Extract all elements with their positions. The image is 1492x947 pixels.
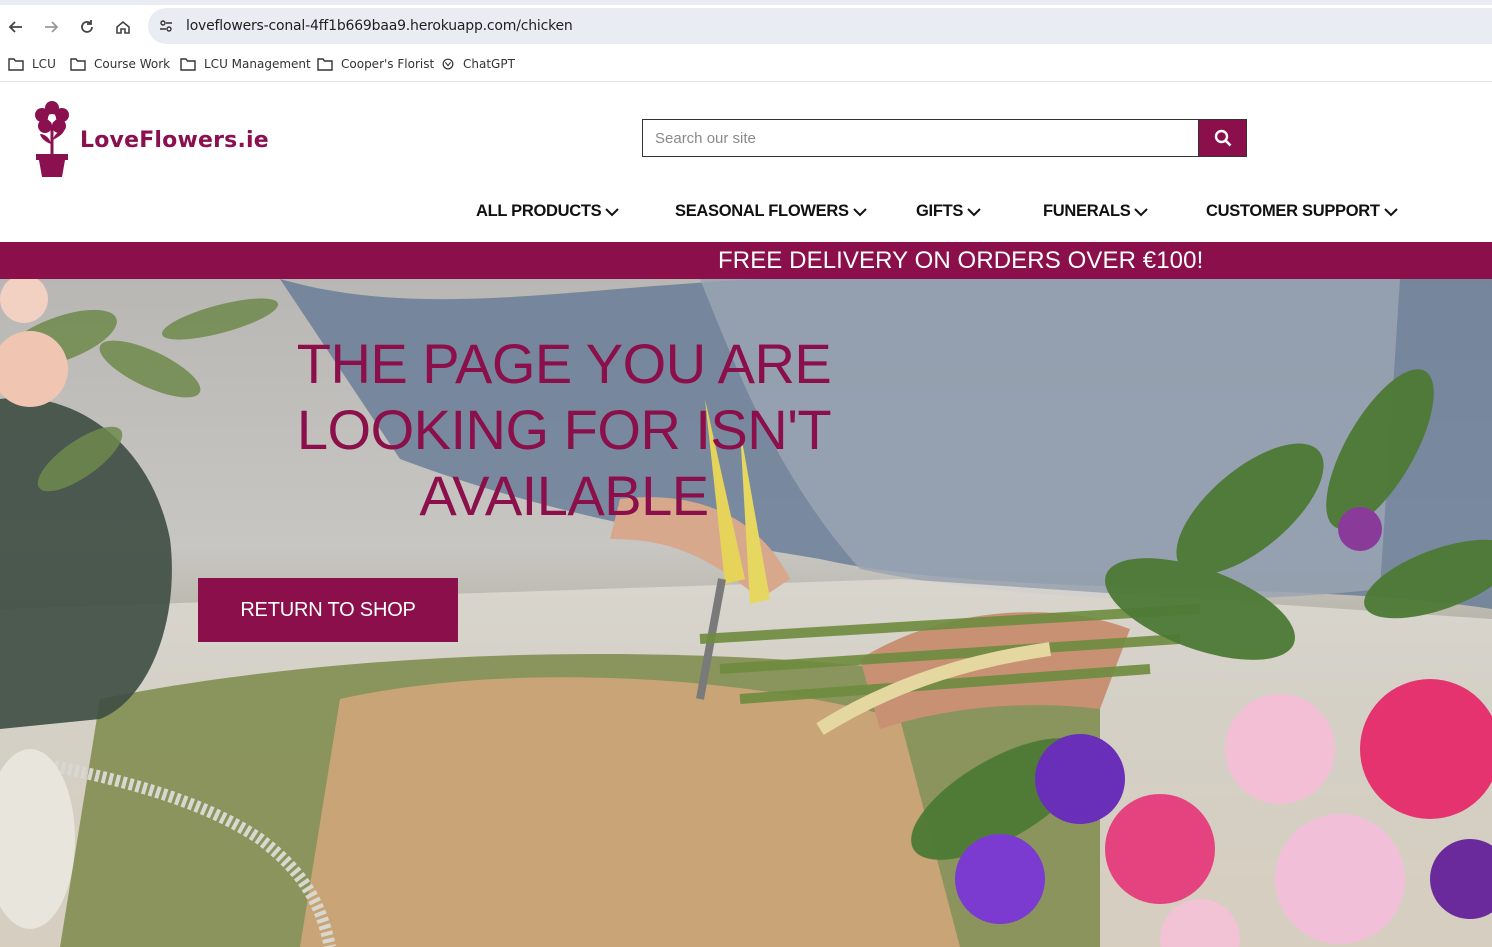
bookmark-label: Course Work [94,57,171,71]
forward-icon[interactable] [39,15,63,39]
bookmark-label: ChatGPT [463,57,515,71]
folder-icon [180,58,196,71]
bookmark-lcu[interactable]: LCU [8,53,56,75]
bookmark-label: Cooper's Florist [341,57,435,71]
chevron-down-icon [967,207,981,216]
bookmark-course-work[interactable]: Course Work [70,53,170,75]
site-header: LoveFlowers.ie ALL PRODUCTS SEASONAL FLO… [0,82,1492,242]
bookmark-label: LCU [32,57,56,71]
bookmark-coopers-florist[interactable]: Cooper's Florist [317,53,434,75]
chevron-down-icon [852,207,867,216]
bookmark-label: LCU Management [204,57,311,71]
nav-item-label: FUNERALS [1043,202,1131,220]
chevron-down-icon [1383,207,1398,216]
folder-icon [70,58,86,71]
folder-icon [8,58,24,71]
search-icon [1214,129,1231,147]
bookmarks-bar: LCU Course Work LCU Management Cooper's … [0,48,1492,82]
error-heading: THE PAGE YOU ARE LOOKING FOR ISN'T AVAIL… [284,331,844,529]
nav-item-label: ALL PRODUCTS [476,202,602,220]
chevron-down-icon [1134,207,1149,216]
home-icon[interactable] [111,15,135,39]
nav-item-label: GIFTS [916,202,964,220]
bookmark-chatgpt[interactable]: ChatGPT [441,53,515,75]
chevron-down-icon [605,207,620,216]
search-input[interactable] [642,119,1198,157]
address-bar[interactable]: loveflowers-conal-4ff1b669baa9.herokuapp… [148,8,1492,44]
logo-text: LoveFlowers.ie [80,127,269,153]
site-settings-icon[interactable] [158,18,174,34]
nav-item-label: CUSTOMER SUPPORT [1206,202,1380,220]
url-text: loveflowers-conal-4ff1b669baa9.herokuapp… [186,18,573,34]
error-heading-line: LOOKING FOR ISN'T [296,398,832,461]
folder-icon [317,58,333,71]
reload-icon[interactable] [75,15,99,39]
promo-text: FREE DELIVERY ON ORDERS OVER €100! [718,247,1204,274]
nav-item-gifts[interactable]: GIFTS [916,202,981,221]
nav-item-seasonal-flowers[interactable]: SEASONAL FLOWERS [675,202,867,221]
error-heading-line: THE PAGE YOU ARE [296,332,832,395]
main-navigation: ALL PRODUCTS SEASONAL FLOWERS GIFTS FUNE… [0,202,1492,228]
error-heading-line: AVAILABLE [419,464,709,527]
hero-section: THE PAGE YOU ARE LOOKING FOR ISN'T AVAIL… [0,279,1492,947]
search-form [642,119,1247,157]
search-button[interactable] [1198,119,1247,157]
browser-toolbar: loveflowers-conal-4ff1b669baa9.herokuapp… [0,0,1492,48]
bookmark-lcu-management[interactable]: LCU Management [180,53,311,75]
nav-item-funerals[interactable]: FUNERALS [1043,202,1149,221]
nav-item-customer-support[interactable]: CUSTOMER SUPPORT [1206,202,1398,221]
return-to-shop-button[interactable]: RETURN TO SHOP [198,578,458,642]
flower-pot-icon [35,101,69,177]
promo-banner: FREE DELIVERY ON ORDERS OVER €100! [0,242,1492,279]
back-icon[interactable] [4,15,28,39]
site-logo[interactable]: LoveFlowers.ie [32,100,269,180]
nav-item-label: SEASONAL FLOWERS [675,202,849,220]
chatgpt-icon [442,58,454,70]
nav-item-all-products[interactable]: ALL PRODUCTS [476,202,620,221]
